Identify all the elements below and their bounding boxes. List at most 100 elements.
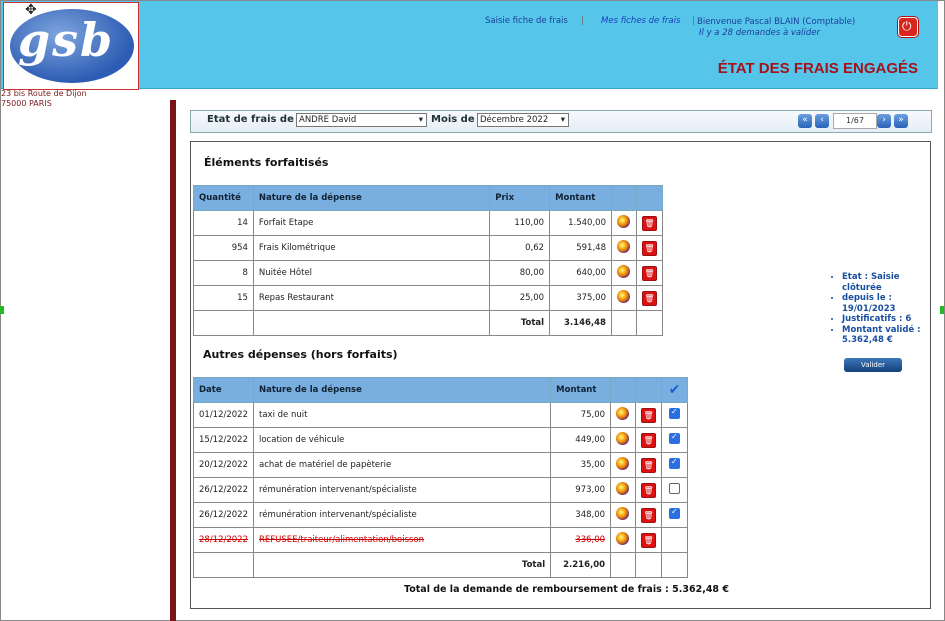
address-line: 23 bis Route de Dijon [1, 89, 87, 98]
date-cell: 26/12/2022 [193, 477, 254, 503]
logout-power-icon[interactable] [898, 17, 918, 37]
view-icon[interactable] [616, 215, 630, 228]
page-indicator: 1/67 [833, 113, 877, 129]
view-icon[interactable] [616, 532, 630, 545]
view-icon[interactable] [616, 457, 630, 470]
nav-separator: | [581, 16, 584, 26]
nature-cell: location de véhicule [252, 427, 552, 453]
resize-handle-right[interactable] [940, 306, 944, 314]
table-row: 8 Nuitée Hôtel 80,00 640,00 🗑 [193, 260, 664, 286]
month-label: Mois de [431, 114, 475, 125]
next-page-icon[interactable]: › [877, 114, 891, 128]
pending-requests: Il y a 28 demandes à valider [699, 28, 820, 38]
delete-cell: 🗑 [635, 427, 663, 453]
month-select-value: Décembre 2022 [480, 115, 549, 125]
view-icon[interactable] [616, 482, 630, 495]
total-value: 3.146,48 [549, 310, 612, 336]
total-row: Total 3.146,48 [193, 310, 664, 336]
view-cell [610, 402, 637, 428]
hors-forfait-section-title: Autres dépenses (hors forfaits) [203, 348, 398, 361]
view-cell [610, 210, 637, 236]
grand-total: Total de la demande de remboursement de … [404, 584, 729, 595]
nature-cell: taxi de nuit [252, 402, 552, 428]
nav-mes-fiches-link[interactable]: Mes fiches de frais [601, 16, 680, 26]
delete-cell: 🗑 [635, 285, 664, 311]
price-cell: 80,00 [489, 260, 551, 286]
gsb-logo[interactable]: gsb [3, 2, 139, 90]
nav-separator: | [692, 16, 695, 26]
delete-icon[interactable]: 🗑 [641, 457, 657, 473]
user-label: Etat de frais de [207, 114, 294, 125]
quantity-cell: 8 [193, 260, 254, 286]
delete-icon[interactable]: 🗑 [641, 482, 657, 498]
resize-handle-left[interactable] [0, 306, 4, 314]
user-select[interactable]: ANDRE David ▾ [296, 113, 427, 127]
select-all-check-icon[interactable]: ✔ [661, 377, 688, 403]
chevron-down-icon: ▾ [418, 115, 423, 125]
empty-cell [610, 310, 637, 336]
col-header-empty [610, 185, 637, 211]
valider-button[interactable]: Valider [844, 358, 902, 372]
forfait-table: Quantité Nature de la dépense Prix Monta… [193, 185, 664, 336]
view-icon[interactable] [616, 407, 630, 420]
empty-cell [193, 552, 254, 578]
view-icon[interactable] [616, 240, 630, 253]
empty-cell [661, 552, 688, 578]
delete-icon[interactable]: 🗑 [641, 240, 657, 256]
amount-cell: 449,00 [550, 427, 612, 453]
delete-icon[interactable]: 🗑 [641, 215, 657, 231]
status-justificatifs: Justificatifs : 6 [842, 314, 932, 325]
date-cell: 15/12/2022 [193, 427, 254, 453]
quantity-cell: 954 [193, 235, 254, 261]
amount-cell: 1.540,00 [549, 210, 612, 236]
delete-icon[interactable]: 🗑 [641, 407, 657, 423]
nature-cell: Forfait Etape [252, 210, 491, 236]
price-cell: 110,00 [489, 210, 551, 236]
view-icon[interactable] [616, 290, 630, 303]
row-checkbox[interactable] [669, 483, 681, 494]
table-header-row: Quantité Nature de la dépense Prix Monta… [193, 185, 664, 211]
amount-cell: 336,00 [550, 527, 612, 553]
checkbox-cell [661, 452, 688, 478]
delete-icon[interactable]: 🗑 [641, 265, 657, 281]
table-row: 15/12/2022 location de véhicule 449,00 🗑 [193, 427, 688, 453]
delete-icon[interactable]: 🗑 [641, 290, 657, 306]
checkbox-cell [661, 427, 688, 453]
view-icon[interactable] [616, 507, 630, 520]
view-cell [610, 477, 637, 503]
view-cell [610, 285, 637, 311]
view-icon[interactable] [616, 432, 630, 445]
view-cell [610, 527, 637, 553]
last-page-icon[interactable]: » [894, 114, 908, 128]
empty-cell [635, 310, 664, 336]
view-icon[interactable] [616, 265, 630, 278]
view-cell [610, 260, 637, 286]
prev-page-icon[interactable]: ‹ [815, 114, 829, 128]
col-header-empty [610, 377, 637, 403]
delete-icon[interactable]: 🗑 [641, 507, 657, 523]
delete-cell: 🗑 [635, 402, 663, 428]
amount-cell: 973,00 [550, 477, 612, 503]
row-checkbox[interactable] [669, 457, 681, 469]
col-header: Montant [550, 377, 612, 403]
col-header: Date [193, 377, 254, 403]
month-select[interactable]: Décembre 2022 ▾ [477, 113, 569, 127]
status-depuis: depuis le : 19/01/2023 [842, 293, 912, 314]
col-header: Prix [489, 185, 551, 211]
nature-cell: Nuitée Hôtel [252, 260, 491, 286]
row-checkbox[interactable] [669, 507, 681, 519]
status-panel: Etat : Saisie clôturée depuis le : 19/01… [832, 272, 932, 346]
view-cell [610, 235, 637, 261]
delete-cell: 🗑 [635, 477, 663, 503]
view-cell [610, 427, 637, 453]
row-checkbox[interactable] [669, 407, 681, 419]
nature-cell: rémunération intervenant/spécialiste [252, 477, 552, 503]
row-checkbox[interactable] [669, 432, 681, 444]
nav-saisie-link[interactable]: Saisie fiche de frais [485, 16, 568, 26]
delete-icon[interactable]: 🗑 [641, 432, 657, 448]
delete-icon[interactable]: 🗑 [641, 532, 657, 548]
first-page-icon[interactable]: « [798, 114, 812, 128]
chevron-down-icon: ▾ [560, 115, 565, 125]
col-header-empty [635, 185, 664, 211]
forfait-section-title: Éléments forfaitisés [204, 156, 329, 169]
